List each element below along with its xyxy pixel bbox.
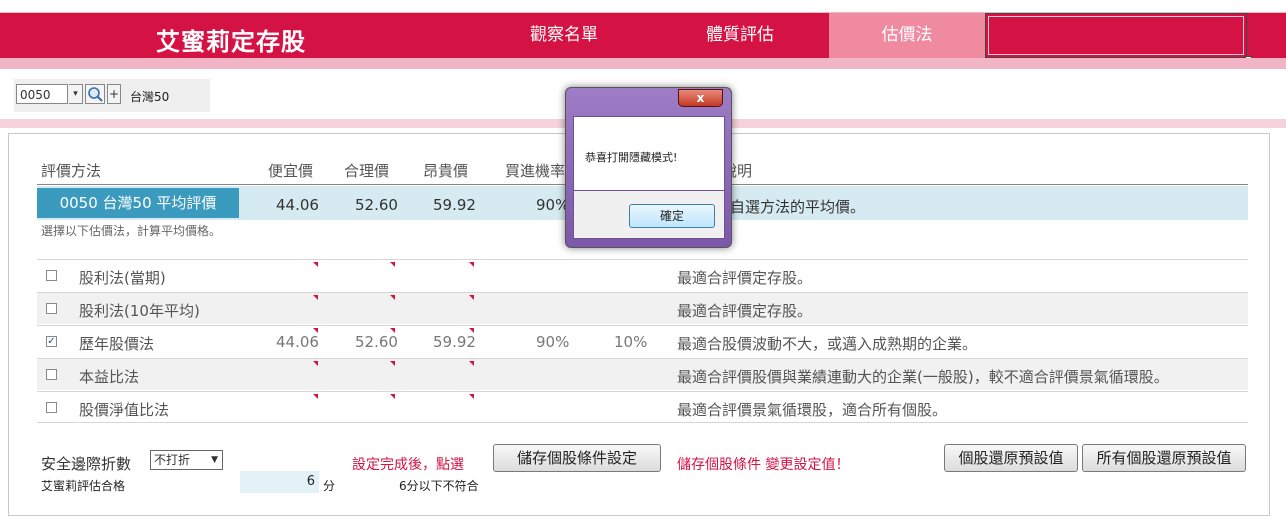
method-row-dividend-10y: 股利法(10年平均) 最適合評價定存股。 — [37, 292, 1248, 324]
col-header-cheap: 便宜價 — [268, 162, 314, 180]
method-checkbox[interactable] — [46, 369, 57, 380]
discount-value: 不打折 — [154, 453, 191, 467]
cell-marker-icon — [313, 295, 318, 300]
cell-marker-icon — [469, 394, 474, 399]
method-name: 股利法(10年平均) — [79, 302, 200, 320]
cell-marker-icon — [469, 262, 474, 267]
method-row-dividend-current: 股利法(當期) 最適合評價定存股。 — [37, 259, 1248, 291]
header-bar: 艾蜜莉定存股 觀察名單 體質評估 估價法 — [0, 13, 1286, 58]
col-header-fair: 合理價 — [344, 162, 390, 180]
discount-select[interactable]: 不打折 ▼ — [150, 450, 223, 470]
method-name: 本益比法 — [79, 368, 140, 386]
score-value: 6 — [240, 471, 319, 493]
dialog-ok-button[interactable]: 確定 — [629, 204, 715, 228]
dialog-close-button[interactable]: x — [678, 89, 723, 107]
nav-valuation[interactable]: 估價法 — [829, 13, 985, 58]
stock-selector: 0050 ▾ + 台灣50 — [14, 79, 210, 112]
nav-health-check[interactable]: 體質評估 — [676, 13, 804, 58]
method-cheap: 44.06 — [276, 333, 319, 351]
method-checkbox[interactable]: ✓ — [46, 336, 57, 347]
save-result-note: 儲存個股條件 變更設定值！ — [677, 457, 850, 473]
method-row-historical-price: ✓ 歷年股價法 44.06 52.60 59.92 90% 10% 最適合股價波… — [37, 325, 1248, 357]
add-stock-button[interactable]: + — [107, 84, 121, 104]
method-description: 最適合股價波動不大，或邁入成熟期的企業。 — [677, 335, 978, 353]
average-fair: 52.60 — [355, 196, 398, 214]
reset-stock-button[interactable]: 個股還原預設值 — [944, 444, 1078, 472]
dialog-message: 恭喜打開隱藏模式! — [585, 151, 678, 164]
header-selection-box — [985, 13, 1247, 58]
average-cheap: 44.06 — [276, 196, 319, 214]
alert-dialog: x 恭喜打開隱藏模式! 確定 — [565, 87, 732, 248]
reset-all-stocks-button[interactable]: 所有個股還原預設值 — [1082, 444, 1246, 472]
close-icon: x — [696, 91, 705, 105]
col-header-buy-prob: 買進機率 — [505, 162, 566, 180]
method-buy-prob: 90% — [536, 333, 570, 351]
method-expensive: 59.92 — [433, 333, 476, 351]
search-button[interactable] — [85, 84, 105, 104]
nav-watchlist[interactable]: 觀察名單 — [500, 13, 628, 58]
method-description: 最適合評價定存股。 — [677, 302, 813, 320]
stock-code-input[interactable]: 0050 — [16, 84, 68, 104]
cell-marker-icon — [313, 262, 318, 267]
search-icon — [88, 87, 103, 102]
top-band — [0, 0, 1286, 13]
score-unit: 分 — [323, 479, 336, 493]
method-description: 最適合評價定存股。 — [677, 269, 813, 287]
method-name: 股價淨值比法 — [79, 401, 170, 419]
discount-label: 安全邊際折數 — [41, 455, 132, 473]
method-name: 股利法(當期) — [79, 269, 166, 287]
chevron-down-icon: ▼ — [211, 455, 218, 465]
method-hint: 選擇以下估價法，計算平均價格。 — [41, 224, 222, 238]
method-description: 最適合評價股價與業績連動大的企業(一般股)，較不適合評價景氣循環股。 — [677, 368, 1169, 386]
method-name: 歷年股價法 — [79, 335, 155, 353]
brand-title: 艾蜜莉定存股 — [156, 28, 306, 56]
dialog-body: 恭喜打開隱藏模式! — [573, 116, 725, 191]
method-description: 最適合評價景氣循環股，適合所有個股。 — [677, 401, 948, 419]
stock-name: 台灣50 — [130, 90, 170, 104]
method-fair: 52.60 — [355, 333, 398, 351]
method-sell-prob: 10% — [614, 333, 648, 351]
method-row-pb: 股價淨值比法 最適合評價景氣循環股，適合所有個股。 — [37, 391, 1248, 423]
method-row-pe: 本益比法 最適合評價股價與業績連動大的企業(一般股)，較不適合評價景氣循環股。 — [37, 358, 1248, 390]
save-stock-settings-button[interactable]: 儲存個股條件設定 — [493, 444, 661, 472]
average-expensive: 59.92 — [433, 196, 476, 214]
cell-marker-icon — [390, 394, 395, 399]
sub-header-band — [0, 58, 1286, 69]
fail-threshold-note: 6分以下不符合 — [399, 479, 479, 493]
cell-marker-icon — [313, 361, 318, 366]
col-header-expensive: 昂貴價 — [423, 162, 469, 180]
cell-marker-icon — [469, 361, 474, 366]
dialog-footer: 確定 — [573, 191, 725, 239]
cell-marker-icon — [313, 394, 318, 399]
pass-label: 艾蜜莉評估合格 — [41, 479, 126, 493]
cell-marker-icon — [469, 295, 474, 300]
method-checkbox[interactable] — [46, 402, 57, 413]
average-label: 0050 台灣50 平均評價 — [37, 188, 239, 218]
method-checkbox[interactable] — [46, 303, 57, 314]
cell-marker-icon — [390, 262, 395, 267]
method-checkbox[interactable] — [46, 270, 57, 281]
cell-marker-icon — [390, 361, 395, 366]
cell-marker-icon — [390, 295, 395, 300]
col-header-method: 評價方法 — [41, 162, 102, 180]
save-hint: 設定完成後，點選 — [352, 457, 464, 473]
stock-dropdown-button[interactable]: ▾ — [69, 84, 83, 104]
